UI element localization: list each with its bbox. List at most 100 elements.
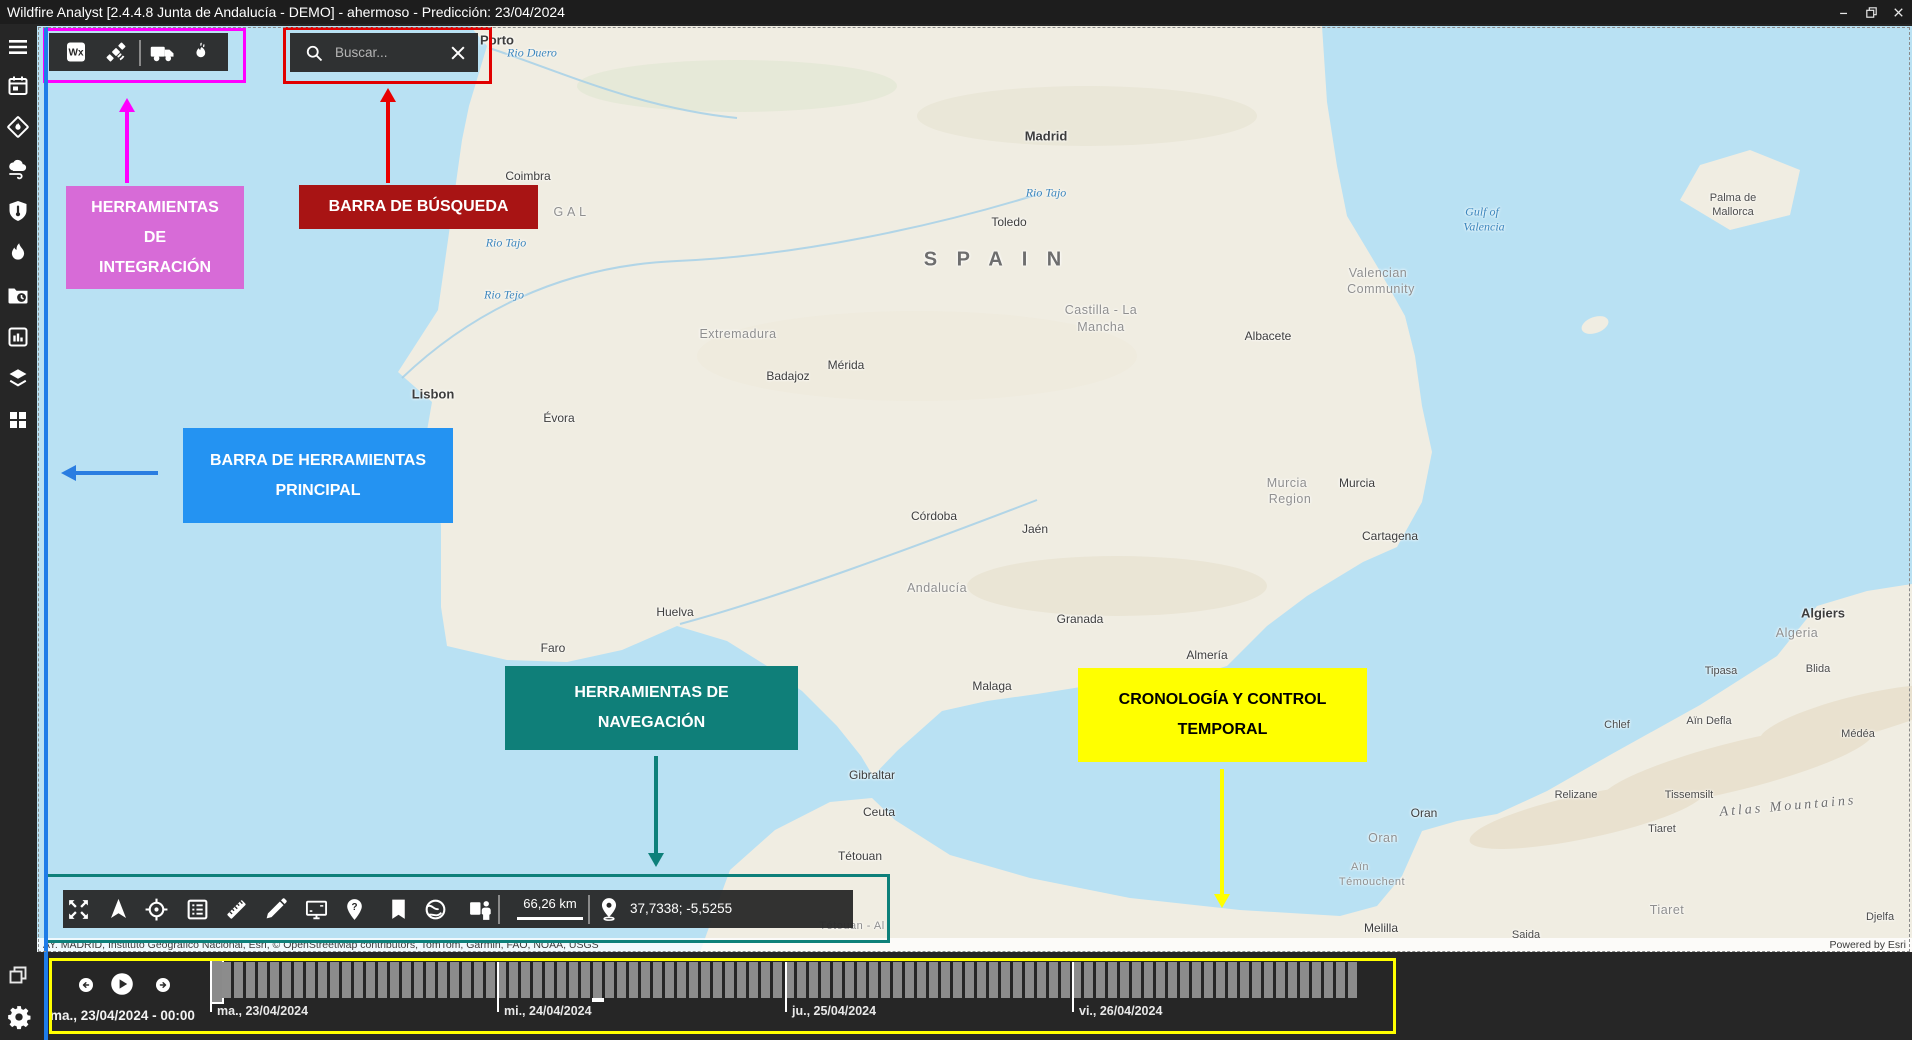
timeline-bar[interactable] <box>1061 962 1070 998</box>
calendar-icon[interactable] <box>6 74 30 98</box>
timeline-bar[interactable] <box>1204 962 1213 998</box>
bookmark-icon[interactable] <box>386 897 411 922</box>
timeline-bar[interactable] <box>617 962 626 998</box>
timeline-bar[interactable] <box>569 962 578 998</box>
timeline-bar[interactable] <box>521 962 530 998</box>
timeline-bar[interactable] <box>366 962 375 998</box>
timeline-bar[interactable] <box>414 962 423 998</box>
timeline-bar[interactable] <box>234 962 243 998</box>
wx-icon[interactable]: Wx <box>64 40 88 64</box>
timeline-bar[interactable] <box>1180 962 1189 998</box>
timeline-bar[interactable] <box>761 962 770 998</box>
timeline-bar[interactable] <box>390 962 399 998</box>
timeline-bar[interactable] <box>581 962 590 998</box>
locate-icon[interactable] <box>144 897 169 922</box>
timeline-bar[interactable] <box>1096 962 1105 998</box>
timeline-bar[interactable] <box>1037 962 1046 998</box>
timeline-bar[interactable] <box>749 962 758 998</box>
timeline-bar[interactable] <box>1025 962 1034 998</box>
charts-icon[interactable] <box>6 325 30 349</box>
timeline-bar[interactable] <box>258 962 267 998</box>
timeline-bar[interactable] <box>1312 962 1321 998</box>
timeline-bar[interactable] <box>1156 962 1165 998</box>
timeline-bar[interactable] <box>713 962 722 998</box>
timeline-bar[interactable] <box>893 962 902 998</box>
timeline-bar[interactable] <box>1216 962 1225 998</box>
timeline-bar[interactable] <box>1252 962 1261 998</box>
timeline-bar[interactable] <box>1001 962 1010 998</box>
draw-icon[interactable] <box>263 897 288 922</box>
ignition-icon[interactable] <box>190 41 212 63</box>
timeline-bar[interactable] <box>557 962 566 998</box>
win-minimize-icon[interactable] <box>1837 5 1852 20</box>
timeline-bar[interactable] <box>665 962 674 998</box>
timeline-bar[interactable] <box>1108 962 1117 998</box>
timeline-bar[interactable] <box>486 962 495 998</box>
timeline-bar[interactable] <box>881 962 890 998</box>
timeline-bar[interactable] <box>677 962 686 998</box>
active-fire-icon[interactable] <box>6 241 30 265</box>
timeline-bar[interactable] <box>593 962 602 998</box>
timeline-bar[interactable] <box>977 962 986 998</box>
timeline-bar[interactable] <box>282 962 291 998</box>
basemap-icon[interactable] <box>423 897 448 922</box>
timeline-bar[interactable] <box>1049 962 1058 998</box>
timeline-bar[interactable] <box>246 962 255 998</box>
timeline-bar[interactable] <box>1348 962 1357 998</box>
timeline-bar[interactable] <box>605 962 614 998</box>
apps-grid-icon[interactable] <box>6 408 30 432</box>
expand-icon[interactable] <box>66 897 91 922</box>
timeline-bar[interactable] <box>1300 962 1309 998</box>
timeline-bar[interactable] <box>342 962 351 998</box>
timeline-bar[interactable] <box>809 962 818 998</box>
timeline-track[interactable]: ma., 23/04/2024mi., 24/04/2024ju., 25/04… <box>37 952 1912 1040</box>
timeline-bar[interactable] <box>701 962 710 998</box>
timeline-bar[interactable] <box>438 962 447 998</box>
timeline-bar[interactable] <box>953 962 962 998</box>
timeline-bar[interactable] <box>653 962 662 998</box>
timeline-bar[interactable] <box>1120 962 1129 998</box>
timeline-bar[interactable] <box>1168 962 1177 998</box>
timeline-bar[interactable] <box>426 962 435 998</box>
timeline-bar[interactable] <box>474 962 483 998</box>
timeline-bar[interactable] <box>402 962 411 998</box>
timeline-bar[interactable] <box>629 962 638 998</box>
search-clear-button[interactable] <box>448 43 468 63</box>
timeline-bar[interactable] <box>845 962 854 998</box>
timeline-bar[interactable] <box>1132 962 1141 998</box>
timeline-bar[interactable] <box>821 962 830 998</box>
timeline-bar[interactable] <box>354 962 363 998</box>
layers-icon[interactable] <box>6 366 30 390</box>
identify-icon[interactable]: ? <box>342 897 367 922</box>
win-close-icon[interactable] <box>1891 5 1906 20</box>
timeline-bar[interactable] <box>1276 962 1285 998</box>
timeline-bar[interactable] <box>917 962 926 998</box>
settings-gear-icon[interactable] <box>6 1004 32 1030</box>
timeline-bar[interactable] <box>1240 962 1249 998</box>
timeline-bar[interactable] <box>306 962 315 998</box>
north-arrow-icon[interactable] <box>106 897 131 922</box>
timeline-bar[interactable] <box>737 962 746 998</box>
timeline-bar[interactable] <box>989 962 998 998</box>
timeline-bar[interactable] <box>330 962 339 998</box>
timeline-bar[interactable] <box>533 962 542 998</box>
windows-restore-icon[interactable] <box>1864 5 1879 20</box>
risk-shield-icon[interactable] <box>6 199 30 223</box>
timeline-bar[interactable] <box>725 962 734 998</box>
legend-icon[interactable] <box>185 897 210 922</box>
screen-icon[interactable] <box>304 897 329 922</box>
timeline-bar[interactable] <box>222 962 231 998</box>
windows-restore-icon[interactable] <box>6 963 30 987</box>
timeline-bar[interactable] <box>270 962 279 998</box>
map-canvas[interactable]: PortoRio DueroCoimbraG A LMadridRio Tajo… <box>37 26 1912 952</box>
timeline-bar[interactable] <box>294 962 303 998</box>
timeline-bar[interactable] <box>462 962 471 998</box>
timeline-bar[interactable] <box>929 962 938 998</box>
weather-icon[interactable] <box>6 157 30 181</box>
timeline-bar[interactable] <box>1144 962 1153 998</box>
timeline-bar[interactable] <box>1336 962 1345 998</box>
timeline-bar[interactable] <box>318 962 327 998</box>
timeline-bar[interactable] <box>1324 962 1333 998</box>
timeline-bar[interactable] <box>869 962 878 998</box>
timeline-bar[interactable] <box>1264 962 1273 998</box>
